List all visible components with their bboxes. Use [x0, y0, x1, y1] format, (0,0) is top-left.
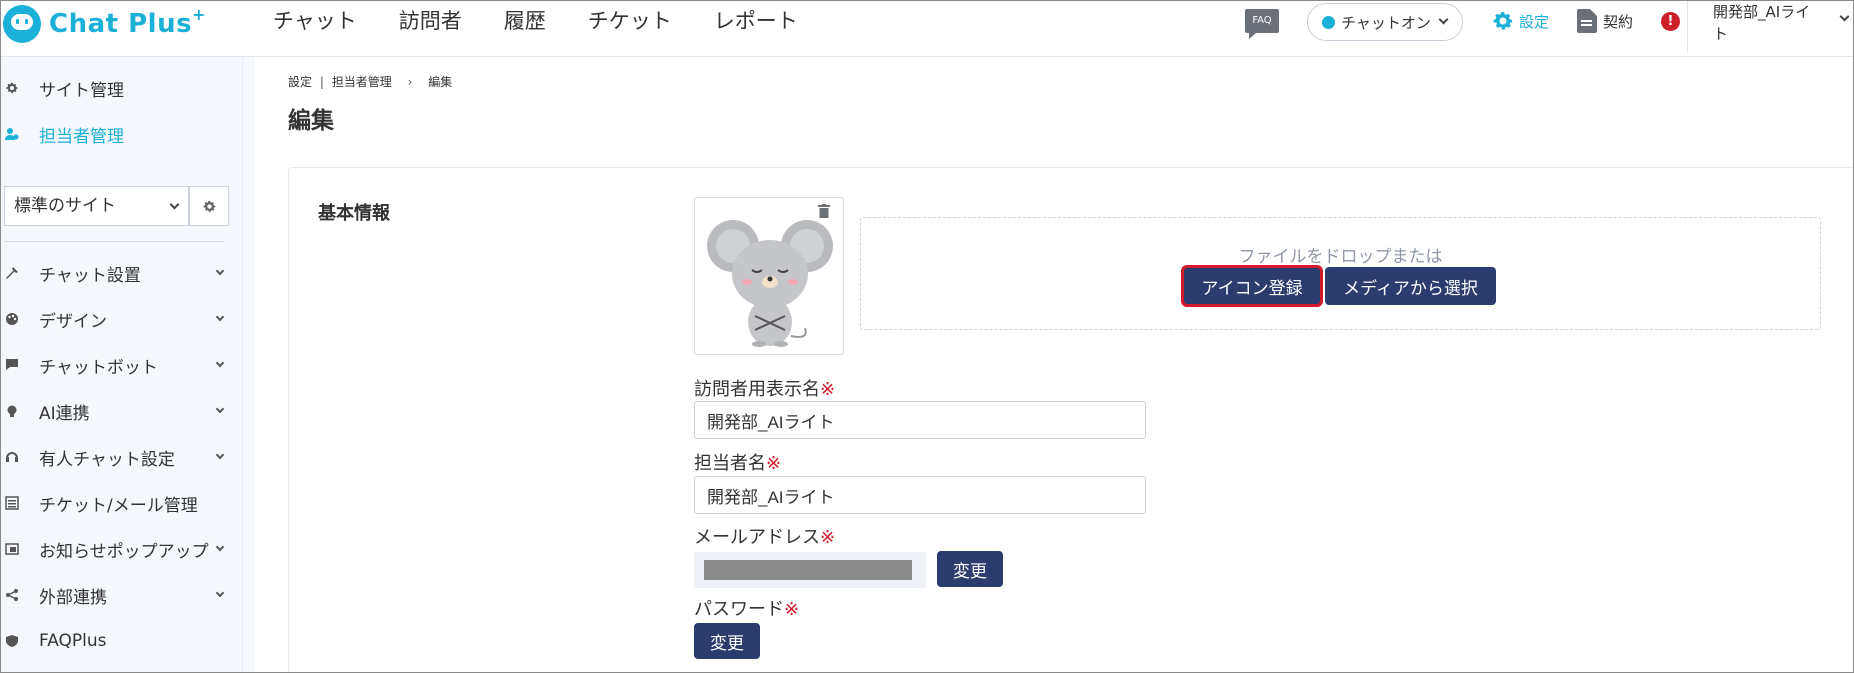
- breadcrumb-staff-management[interactable]: 担当者管理: [332, 75, 392, 89]
- share-icon: [4, 587, 20, 603]
- sidebar-item-label: 有人チャット設定: [39, 449, 175, 470]
- sidebar-item-faqplus[interactable]: FAQPlus: [1, 624, 233, 658]
- change-email-button[interactable]: 変更: [937, 551, 1003, 587]
- app-window: Chat Plus+ チャット 訪問者 履歴 チケット レポート FAQ チャッ…: [0, 0, 1854, 673]
- nav-tickets[interactable]: チケット: [588, 7, 672, 35]
- nav-history[interactable]: 履歴: [504, 7, 546, 35]
- ticket-icon: [4, 495, 20, 511]
- section-title: 基本情報: [318, 203, 390, 224]
- chevron-down-icon: [215, 266, 225, 276]
- header-divider: [1687, 1, 1688, 53]
- sidebar-item-design[interactable]: デザイン: [1, 302, 233, 336]
- sidebar-item-label: 外部連携: [39, 587, 107, 608]
- chevron-down-icon: [169, 199, 180, 210]
- sidebar: サイト管理 担当者管理 標準のサイト チャット設置 デザイン チャットボット A…: [1, 57, 243, 672]
- chevron-down-icon: [1438, 14, 1449, 24]
- sidebar-item-label: サイト管理: [39, 80, 124, 101]
- email-label: メールアドレス※: [694, 527, 836, 548]
- gear-small-icon: [4, 80, 20, 96]
- sidebar-item-live-chat-settings[interactable]: 有人チャット設定: [1, 440, 233, 474]
- sidebar-item-chatbot[interactable]: チャットボット: [1, 348, 233, 382]
- headset-icon: [4, 449, 20, 465]
- breadcrumb-chevron: ›: [407, 75, 413, 89]
- sidebar-scrollbar[interactable]: [243, 57, 255, 672]
- register-icon-button[interactable]: アイコン登録: [1181, 265, 1323, 307]
- settings-label: 設定: [1519, 12, 1550, 31]
- password-label: パスワード※: [694, 599, 800, 620]
- site-select[interactable]: 標準のサイト: [4, 186, 189, 226]
- user-gear-icon: [4, 126, 20, 142]
- site-settings-button[interactable]: [189, 186, 229, 226]
- chevron-down-icon: [215, 404, 225, 414]
- sidebar-item-ai-integration[interactable]: AI連携: [1, 394, 233, 428]
- chat-bubble-icon: [4, 357, 20, 373]
- chevron-down-icon: [215, 312, 225, 322]
- chat-logo-icon: [3, 5, 41, 43]
- staff-name-input[interactable]: [694, 476, 1146, 514]
- sidebar-item-ticket-mail[interactable]: チケット/メール管理: [1, 486, 233, 520]
- faq-icon[interactable]: FAQ: [1245, 9, 1279, 39]
- sidebar-item-staff-management[interactable]: 担当者管理: [1, 117, 233, 151]
- chevron-down-icon: [215, 542, 225, 552]
- bulb-icon: [4, 403, 20, 419]
- sidebar-item-label: AI連携: [39, 403, 90, 424]
- sidebar-item-label: チャット設置: [39, 265, 141, 286]
- select-from-media-button[interactable]: メディアから選択: [1325, 267, 1496, 305]
- popup-icon: [4, 541, 20, 557]
- avatar-preview: [694, 197, 844, 355]
- top-header: Chat Plus+ チャット 訪問者 履歴 チケット レポート FAQ チャッ…: [1, 1, 1853, 57]
- logo-text: Chat Plus+: [49, 5, 206, 39]
- chevron-down-icon: [215, 358, 225, 368]
- user-menu[interactable]: 開発部_AIライト: [1713, 1, 1823, 45]
- site-select-value: 標準のサイト: [14, 196, 116, 216]
- logo[interactable]: Chat Plus+: [3, 3, 206, 45]
- breadcrumb-edit: 編集: [428, 75, 453, 89]
- visitor-display-name-label: 訪問者用表示名※: [694, 379, 836, 400]
- main-nav: チャット 訪問者 履歴 チケット レポート: [273, 7, 840, 35]
- gear-icon: [1493, 12, 1513, 30]
- chevron-down-icon: [215, 450, 225, 460]
- sidebar-item-label: チケット/メール管理: [39, 495, 198, 516]
- alert-icon[interactable]: !: [1661, 12, 1680, 31]
- chat-status-label: チャットオン: [1341, 13, 1431, 32]
- document-icon: [1577, 9, 1597, 33]
- tools-icon: [4, 265, 20, 281]
- sidebar-item-label: デザイン: [39, 311, 107, 332]
- palette-icon: [4, 311, 20, 327]
- nav-chat[interactable]: チャット: [273, 7, 357, 35]
- sidebar-item-label: FAQPlus: [39, 631, 107, 651]
- sidebar-item-external-integration[interactable]: 外部連携: [1, 578, 233, 612]
- breadcrumb-settings[interactable]: 設定: [288, 75, 312, 89]
- sidebar-item-label: お知らせポップアップ: [39, 541, 209, 562]
- visitor-display-name-input[interactable]: [694, 401, 1146, 439]
- sidebar-item-site-management[interactable]: サイト管理: [1, 71, 233, 105]
- settings-link[interactable]: 設定: [1491, 9, 1549, 33]
- shield-icon: [4, 633, 20, 649]
- mouse-avatar-icon: [707, 220, 833, 347]
- contract-link[interactable]: 契約: [1577, 9, 1633, 33]
- page-title: 編集: [288, 108, 334, 134]
- sidebar-item-label: チャットボット: [39, 357, 158, 378]
- breadcrumb-divider: |: [319, 75, 324, 89]
- gear-icon: [203, 200, 215, 212]
- nav-visitors[interactable]: 訪問者: [399, 7, 462, 35]
- nav-reports[interactable]: レポート: [714, 7, 798, 35]
- staff-name-label: 担当者名※: [694, 453, 782, 474]
- contract-label: 契約: [1603, 12, 1634, 31]
- status-dot-icon: [1322, 15, 1335, 29]
- sidebar-divider: [4, 241, 224, 242]
- sidebar-item-notice-popup[interactable]: お知らせポップアップ: [1, 532, 233, 566]
- change-password-button[interactable]: 変更: [694, 623, 760, 659]
- sidebar-item-chat-install[interactable]: チャット設置: [1, 256, 233, 290]
- sidebar-item-label: 担当者管理: [39, 126, 124, 147]
- breadcrumb: 設定 | 担当者管理 › 編集: [288, 73, 452, 90]
- chat-status-dropdown[interactable]: チャットオン: [1307, 3, 1463, 41]
- trash-icon[interactable]: [818, 204, 830, 218]
- chevron-down-icon[interactable]: [1839, 11, 1850, 22]
- chevron-down-icon: [215, 588, 225, 598]
- email-masked-value: [694, 552, 926, 588]
- dropzone-text: ファイルをドロップまたは: [1238, 247, 1443, 267]
